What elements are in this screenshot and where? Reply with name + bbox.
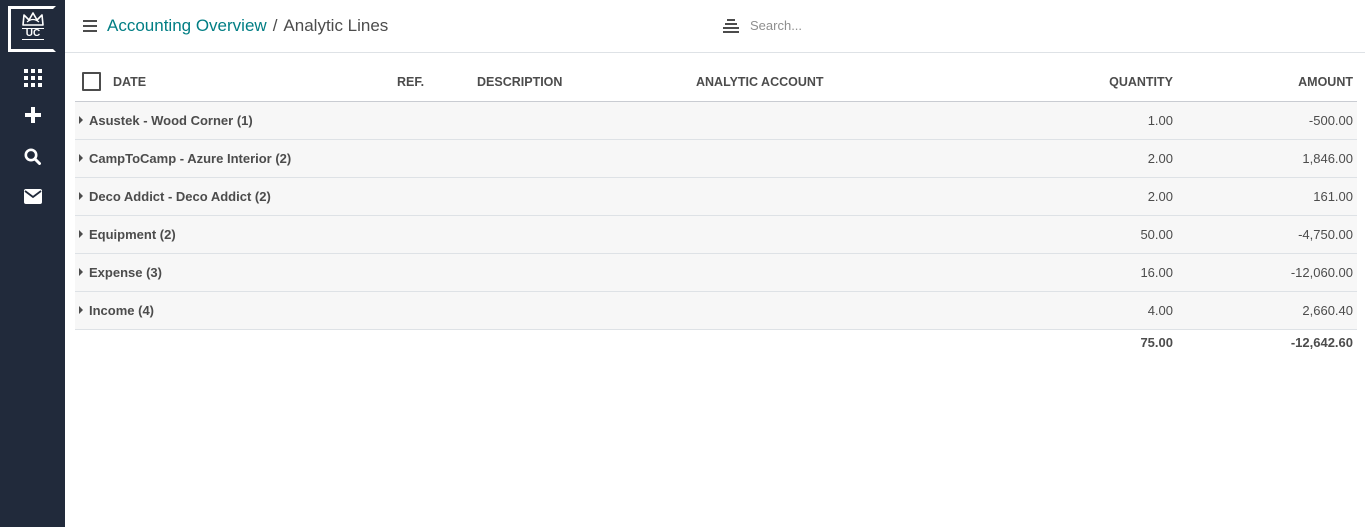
apps-menu-icon	[23, 69, 42, 87]
column-ref[interactable]: REF.	[393, 63, 473, 102]
page-title: Analytic Lines	[283, 16, 389, 35]
control-panel-header: Accounting Overview / Analytic Lines	[65, 0, 1365, 53]
column-amount[interactable]: AMOUNT	[1177, 63, 1357, 102]
select-all-checkbox[interactable]	[82, 72, 101, 92]
apps-menu-button[interactable]	[0, 60, 65, 96]
breadcrumb-separator: /	[272, 16, 278, 35]
group-quantity: 2.00	[1042, 177, 1177, 216]
caret-right-icon	[79, 191, 83, 200]
breadcrumb: Accounting Overview / Analytic Lines	[107, 16, 388, 36]
group-row[interactable]: CampToCamp - Azure Interior (2) 2.00 1,8…	[75, 139, 1357, 178]
analytic-lines-list: DATE REF. DESCRIPTION ANALYTIC ACCOUNT Q…	[75, 63, 1357, 355]
app-root: UC Accounting Overview / Analytic Lines …	[0, 0, 1365, 527]
hamburger-menu-icon[interactable]	[83, 20, 97, 32]
group-row[interactable]: Deco Addict - Deco Addict (2) 2.00 161.0…	[75, 177, 1357, 216]
filter-options-icon[interactable]	[723, 19, 739, 33]
search-bar	[723, 16, 1123, 36]
group-amount: 1,846.00	[1177, 139, 1357, 178]
column-analytic-account[interactable]: ANALYTIC ACCOUNT	[692, 63, 1042, 102]
group-quantity: 16.00	[1042, 253, 1177, 292]
search-input[interactable]	[750, 16, 1110, 34]
sidebar: UC	[0, 0, 65, 527]
group-amount: 161.00	[1177, 177, 1357, 216]
group-amount: -12,060.00	[1177, 253, 1357, 292]
analytic-lines-table: DATE REF. DESCRIPTION ANALYTIC ACCOUNT Q…	[75, 63, 1357, 355]
column-date-label: DATE	[113, 74, 147, 89]
group-label: Deco Addict - Deco Addict (2)	[89, 188, 271, 204]
total-quantity: 75.00	[1042, 328, 1177, 355]
envelope-icon	[23, 188, 42, 204]
caret-right-icon	[79, 267, 83, 276]
group-label: Equipment (2)	[89, 226, 176, 242]
group-label: Asustek - Wood Corner (1)	[89, 112, 253, 128]
global-search-button[interactable]	[0, 138, 65, 174]
caret-right-icon	[79, 305, 83, 314]
messages-button[interactable]	[0, 178, 65, 214]
crown-icon	[22, 12, 44, 26]
search-icon	[24, 148, 41, 165]
group-amount: -500.00	[1177, 101, 1357, 140]
group-row[interactable]: Income (4) 4.00 2,660.40	[75, 291, 1357, 330]
caret-right-icon	[79, 229, 83, 238]
company-logo[interactable]: UC	[8, 6, 56, 52]
group-quantity: 50.00	[1042, 215, 1177, 254]
group-row[interactable]: Asustek - Wood Corner (1) 1.00 -500.00	[75, 101, 1357, 140]
group-label: Income (4)	[89, 302, 155, 318]
totals-row: 75.00 -12,642.60	[75, 328, 1357, 355]
breadcrumb-accounting-overview[interactable]: Accounting Overview	[107, 16, 267, 35]
create-button[interactable]	[0, 97, 65, 133]
group-row[interactable]: Expense (3) 16.00 -12,060.00	[75, 253, 1357, 292]
group-row[interactable]: Equipment (2) 50.00 -4,750.00	[75, 215, 1357, 254]
plus-icon	[24, 107, 41, 123]
group-label: CampToCamp - Azure Interior (2)	[89, 150, 292, 166]
column-quantity[interactable]: QUANTITY	[1042, 63, 1177, 102]
column-date[interactable]: DATE	[75, 63, 393, 102]
logo-text: UC	[22, 28, 44, 40]
total-amount: -12,642.60	[1177, 328, 1357, 355]
group-quantity: 2.00	[1042, 139, 1177, 178]
group-label: Expense (3)	[89, 264, 162, 280]
group-amount: -4,750.00	[1177, 215, 1357, 254]
table-header-row: DATE REF. DESCRIPTION ANALYTIC ACCOUNT Q…	[75, 63, 1357, 102]
group-quantity: 4.00	[1042, 291, 1177, 330]
caret-right-icon	[79, 153, 83, 162]
caret-right-icon	[79, 115, 83, 124]
column-description[interactable]: DESCRIPTION	[473, 63, 692, 102]
group-quantity: 1.00	[1042, 101, 1177, 140]
group-amount: 2,660.40	[1177, 291, 1357, 330]
